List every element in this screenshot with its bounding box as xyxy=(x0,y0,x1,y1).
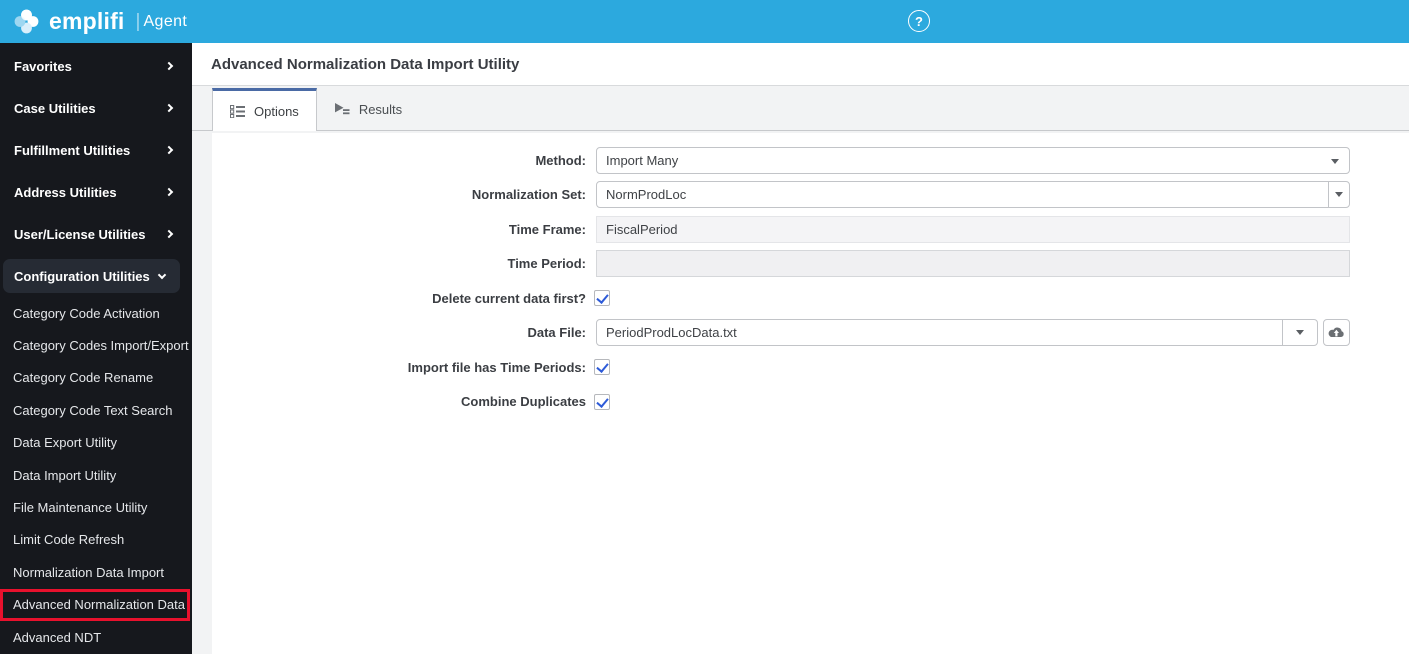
sidebar-subitem-label: Category Code Activation xyxy=(13,305,160,321)
form-row-import-time-periods: Import file has Time Periods: xyxy=(212,350,1409,385)
sidebar-subitem-category-codes-import-export[interactable]: Category Codes Import/Export xyxy=(0,329,192,361)
combine-duplicates-checkbox[interactable] xyxy=(594,393,610,410)
time-period-label: Time Period: xyxy=(507,256,586,272)
normalization-set-combobox[interactable]: NormProdLoc xyxy=(596,181,1350,209)
delete-first-checkbox[interactable] xyxy=(594,290,610,307)
time-frame-label: Time Frame: xyxy=(508,221,586,237)
chevron-right-icon xyxy=(164,145,174,155)
sidebar-subitem-label: Limit Code Refresh xyxy=(13,532,125,548)
main-content: Advanced Normalization Data Import Utili… xyxy=(192,43,1409,654)
sidebar-item-label: Case Utilities xyxy=(14,100,96,116)
emplifi-flower-logo xyxy=(14,9,39,34)
chevron-down-icon xyxy=(1331,158,1339,164)
sidebar-item-user-license-utilities[interactable]: User/License Utilities xyxy=(0,213,192,255)
sidebar-subitem-label: Advanced NDT xyxy=(13,629,102,645)
sidebar-item-label: Address Utilities xyxy=(14,184,117,200)
tab-label: Results xyxy=(358,101,403,117)
page-title: Advanced Normalization Data Import Utili… xyxy=(211,55,520,73)
sidebar-subitem-label: Data Import Utility xyxy=(13,467,117,483)
options-tab-panel: Method: Import Many Normalization Set: N… xyxy=(212,133,1409,654)
sidebar-subitem-advanced-normalization-data[interactable]: Advanced Normalization Data xyxy=(0,588,190,621)
import-time-periods-checkbox[interactable] xyxy=(594,359,610,376)
time-frame-value: FiscalPeriod xyxy=(606,221,678,237)
sidebar-nav: Favorites Case Utilities Fulfillment Uti… xyxy=(0,43,192,654)
chevron-right-icon xyxy=(164,61,174,71)
brand-divider: | xyxy=(135,10,141,32)
normalization-set-label: Normalization Set: xyxy=(471,187,586,203)
sidebar-item-fulfillment-utilities[interactable]: Fulfillment Utilities xyxy=(0,129,192,171)
form-row-data-file: Data File: PeriodProdLocData.txt xyxy=(212,316,1409,351)
file-upload-button[interactable] xyxy=(1323,319,1350,347)
options-list-icon xyxy=(230,104,245,118)
form-row-method: Method: Import Many xyxy=(212,143,1409,178)
sidebar-subitem-label: Category Code Text Search xyxy=(13,402,173,418)
tab-options[interactable]: Options xyxy=(212,88,317,131)
top-header: emplifi | Agent ? xyxy=(0,0,1409,43)
sidebar-subitem-limit-code-refresh[interactable]: Limit Code Refresh xyxy=(0,524,192,556)
import-time-periods-label: Import file has Time Periods: xyxy=(407,359,586,375)
tab-label: Options xyxy=(254,103,299,119)
chevron-down-icon xyxy=(1296,330,1305,336)
chevron-right-icon xyxy=(164,229,174,239)
normalization-set-value: NormProdLoc xyxy=(606,187,687,203)
help-glyph: ? xyxy=(915,13,923,29)
run-results-icon xyxy=(334,103,350,115)
brand-name: emplifi xyxy=(49,8,125,34)
sidebar-item-label: User/License Utilities xyxy=(14,226,146,242)
import-options-form: Method: Import Many Normalization Set: N… xyxy=(212,133,1409,419)
time-period-field xyxy=(596,250,1350,278)
sidebar-subitem-label: Category Codes Import/Export xyxy=(13,338,189,354)
sidebar-item-address-utilities[interactable]: Address Utilities xyxy=(0,171,192,213)
title-bar: Advanced Normalization Data Import Utili… xyxy=(192,43,1409,86)
data-file-label: Data File: xyxy=(527,325,586,341)
data-file-dropdown-button[interactable] xyxy=(1282,320,1317,346)
delete-first-label: Delete current data first? xyxy=(432,290,586,306)
cloud-upload-icon xyxy=(1328,327,1344,338)
app-window: emplifi | Agent ? Favorites Case Utiliti… xyxy=(0,0,1409,654)
product-name: Agent xyxy=(143,12,188,30)
chevron-down-icon xyxy=(1335,192,1343,198)
sidebar-subitem-label: Data Export Utility xyxy=(13,435,118,451)
sidebar-subitem-data-export-utility[interactable]: Data Export Utility xyxy=(0,427,192,459)
method-label: Method: xyxy=(535,152,586,168)
form-row-combine-duplicates: Combine Duplicates xyxy=(212,385,1409,420)
time-frame-field: FiscalPeriod xyxy=(596,215,1350,243)
form-row-delete-first: Delete current data first? xyxy=(212,281,1409,316)
sidebar-subitem-normalization-data-import[interactable]: Normalization Data Import xyxy=(0,556,192,588)
method-select[interactable]: Import Many xyxy=(596,146,1350,174)
chevron-right-icon xyxy=(164,187,174,197)
sidebar-subitem-label: File Maintenance Utility xyxy=(13,500,148,516)
tab-results[interactable]: Results xyxy=(317,88,419,130)
chevron-down-icon xyxy=(157,270,167,279)
data-file-combobox[interactable]: PeriodProdLocData.txt xyxy=(596,319,1319,347)
method-value: Import Many xyxy=(606,152,679,168)
tab-strip: Options Results xyxy=(192,86,1409,131)
form-row-time-period: Time Period: xyxy=(212,247,1409,282)
sidebar-item-case-utilities[interactable]: Case Utilities xyxy=(0,87,192,129)
sidebar-subitem-label: Category Code Rename xyxy=(13,370,154,386)
sidebar-subitem-label: Normalization Data Import xyxy=(13,564,164,580)
help-circle-icon[interactable]: ? xyxy=(908,10,930,32)
sidebar-item-label: Fulfillment Utilities xyxy=(14,142,131,158)
sidebar-subitem-category-code-activation[interactable]: Category Code Activation xyxy=(0,297,192,329)
sidebar-subitem-advanced-ndt[interactable]: Advanced NDT xyxy=(0,621,192,653)
sidebar-item-configuration-utilities[interactable]: Configuration Utilities xyxy=(3,259,180,293)
sidebar-item-favorites[interactable]: Favorites xyxy=(0,45,192,87)
sidebar-subitem-category-code-text-search[interactable]: Category Code Text Search xyxy=(0,394,192,426)
sidebar-item-label: Configuration Utilities xyxy=(14,268,150,284)
data-file-value: PeriodProdLocData.txt xyxy=(606,325,737,341)
sidebar-subitem-data-import-utility[interactable]: Data Import Utility xyxy=(0,459,192,491)
sidebar-subitem-file-maintenance-utility[interactable]: File Maintenance Utility xyxy=(0,491,192,523)
sidebar-item-label: Favorites xyxy=(14,58,72,74)
form-row-time-frame: Time Frame: FiscalPeriod xyxy=(212,212,1409,247)
sidebar-subitem-category-code-rename[interactable]: Category Code Rename xyxy=(0,362,192,394)
chevron-right-icon xyxy=(164,103,174,113)
form-row-normalization-set: Normalization Set: NormProdLoc xyxy=(212,178,1409,213)
normalization-set-dropdown-button[interactable] xyxy=(1328,182,1349,208)
sidebar-subitem-label: Advanced Normalization Data xyxy=(13,597,185,613)
combine-duplicates-label: Combine Duplicates xyxy=(461,394,586,410)
